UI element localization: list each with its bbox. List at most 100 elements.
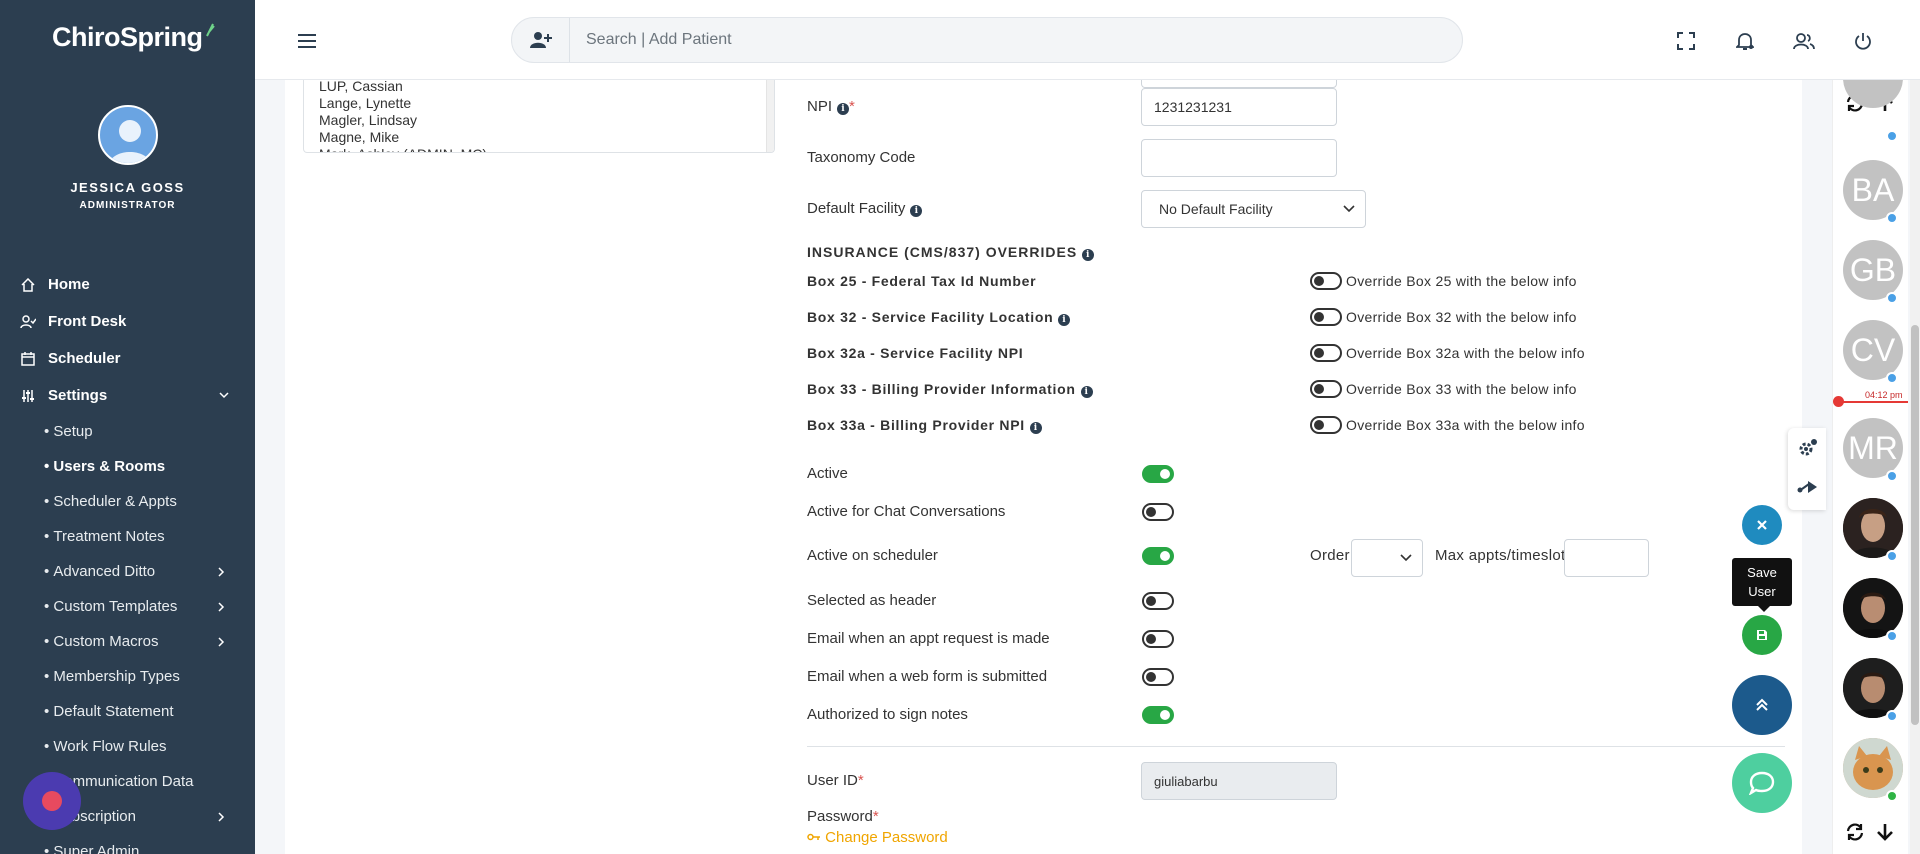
status-dot (1886, 710, 1898, 722)
user-name: JESSICA GOSS (70, 180, 185, 195)
users-icon[interactable] (1793, 30, 1815, 52)
provider-initials-avatar[interactable]: MR (1843, 418, 1903, 478)
override-toggle-text: Override Box 32 with the below info (1346, 309, 1577, 325)
listbox-option[interactable]: Magne, Mike (319, 129, 487, 146)
user-role: ADMINISTRATOR (79, 200, 176, 211)
change-password-link[interactable]: Change Password (807, 829, 948, 846)
bullet: • (44, 633, 54, 650)
menu-toggle-icon[interactable] (297, 33, 317, 49)
max-appts-input[interactable] (1564, 539, 1649, 577)
settings-subitem[interactable]: • Users & Rooms (0, 449, 255, 484)
provider-photo-avatar[interactable] (1843, 658, 1903, 718)
info-icon[interactable]: i (910, 205, 923, 217)
refresh-icon[interactable] (1840, 817, 1870, 847)
setting-toggle[interactable] (1142, 465, 1174, 483)
settings-subitem[interactable]: • Membership Types (0, 659, 255, 694)
setting-toggle[interactable] (1142, 668, 1174, 686)
order-label: Order (1310, 547, 1350, 564)
npi-input[interactable]: 1231231231 (1141, 88, 1337, 126)
save-user-tooltip: Save User (1732, 558, 1792, 612)
provider-rail: BA GB CV MR 04:12 pm (1832, 80, 1908, 854)
override-toggle[interactable] (1310, 272, 1342, 290)
info-icon[interactable]: i (1029, 422, 1042, 434)
listbox-option[interactable]: LUP, Cassian (319, 80, 487, 95)
override-toggle[interactable] (1310, 344, 1342, 362)
settings-subitem[interactable]: • Custom Macros (0, 624, 255, 659)
settings-subitem[interactable]: • Super Admin (0, 834, 255, 854)
override-toggle[interactable] (1310, 380, 1342, 398)
settings-subitem[interactable]: • Treatment Notes (0, 519, 255, 554)
add-patient-icon[interactable] (512, 18, 570, 62)
settings-subitem[interactable]: • Advanced Ditto (0, 554, 255, 589)
provider-photo-avatar[interactable] (1843, 498, 1903, 558)
setting-toggle[interactable] (1142, 547, 1174, 565)
nav-front-desk[interactable]: Front Desk (0, 303, 255, 340)
settings-subitem[interactable]: • Default Statement (0, 694, 255, 729)
help-chat-button[interactable] (1732, 753, 1792, 813)
setting-toggle[interactable] (1142, 503, 1174, 521)
patient-search[interactable]: Search | Add Patient (511, 17, 1463, 63)
search-input[interactable]: Search | Add Patient (570, 31, 732, 49)
save-user-button[interactable] (1742, 615, 1782, 655)
nav-settings[interactable]: Settings (0, 377, 255, 414)
chevrons-up-icon (1756, 698, 1768, 711)
settings-subitem-label: Advanced Ditto (53, 563, 156, 580)
user-avatar[interactable] (98, 105, 158, 165)
setting-toggle[interactable] (1142, 592, 1174, 610)
fullscreen-icon[interactable] (1675, 30, 1697, 52)
override-label: Box 25 - Federal Tax Id Number (807, 273, 1037, 289)
info-icon[interactable]: i (1080, 386, 1093, 398)
listbox-scrollbar[interactable] (766, 80, 774, 152)
info-icon[interactable]: i (837, 103, 850, 115)
save-icon (1757, 630, 1767, 640)
provider-initials-avatar[interactable]: CV (1843, 320, 1903, 380)
bullet: • (44, 703, 54, 720)
info-icon[interactable]: i (1058, 314, 1071, 326)
max-appts-label: Max appts/timeslot (1435, 547, 1566, 564)
key-icon (807, 833, 820, 841)
nav-home[interactable]: Home (0, 266, 255, 303)
provider-initials-avatar[interactable]: GB (1843, 240, 1903, 300)
power-icon[interactable] (1852, 30, 1874, 52)
order-select[interactable] (1351, 539, 1423, 577)
app-logo[interactable]: ChiroSpring (52, 22, 215, 53)
status-dot (1886, 470, 1898, 482)
user-id-input[interactable]: giuliabarbu (1141, 762, 1337, 800)
arrow-down-icon[interactable] (1870, 817, 1900, 847)
provider-initials-avatar[interactable]: BA (1843, 160, 1903, 220)
setting-toggle[interactable] (1142, 706, 1174, 724)
listbox-option[interactable]: Mark, Ashley (ADMIN, MC) (319, 146, 487, 152)
setting-toggle[interactable] (1142, 630, 1174, 648)
provider-listbox[interactable]: LUP, Cassian Lange, Lynette Magler, Lindsa… (303, 80, 775, 153)
default-facility-select[interactable]: No Default Facility (1141, 190, 1366, 228)
support-chat-launcher[interactable] (23, 772, 81, 830)
provider-photo-avatar[interactable] (1843, 738, 1903, 798)
listbox-option[interactable]: Magler, Lindsay (319, 112, 487, 129)
taxonomy-code-input[interactable] (1141, 139, 1337, 177)
previous-field-input[interactable] (1141, 80, 1337, 88)
scroll-top-button[interactable] (1732, 675, 1792, 735)
override-toggle-text: Override Box 25 with the below info (1346, 273, 1577, 289)
listbox-option[interactable]: Lange, Lynette (319, 95, 487, 112)
record-dot-icon (42, 791, 62, 811)
override-toggle[interactable] (1310, 416, 1342, 434)
settings-subitem[interactable]: • Setup (0, 414, 255, 449)
password-label: Password* (807, 808, 879, 825)
chat-icon (1749, 771, 1775, 795)
info-icon[interactable]: i (1082, 249, 1095, 261)
provider-photo-avatar[interactable] (1843, 578, 1903, 638)
close-fab[interactable] (1742, 505, 1782, 545)
settings-subitem-label: Scheduler & Appts (53, 493, 177, 510)
bell-icon[interactable] (1734, 30, 1756, 52)
nav-scheduler[interactable]: Scheduler (0, 340, 255, 377)
overrides-heading: INSURANCE (CMS/837) OVERRIDES i (807, 244, 1095, 261)
nav-scheduler-label: Scheduler (48, 350, 121, 367)
settings-subitem[interactable]: • Scheduler & Appts (0, 484, 255, 519)
override-toggle[interactable] (1310, 308, 1342, 326)
settings-subitem[interactable]: • Work Flow Rules (0, 729, 255, 764)
page-scrollbar[interactable] (1910, 80, 1920, 854)
settings-subitem[interactable]: • Custom Templates (0, 589, 255, 624)
route-icon[interactable] (1797, 480, 1819, 499)
gear-settings-icon[interactable] (1798, 438, 1818, 463)
scrollbar-thumb[interactable] (1911, 325, 1919, 725)
